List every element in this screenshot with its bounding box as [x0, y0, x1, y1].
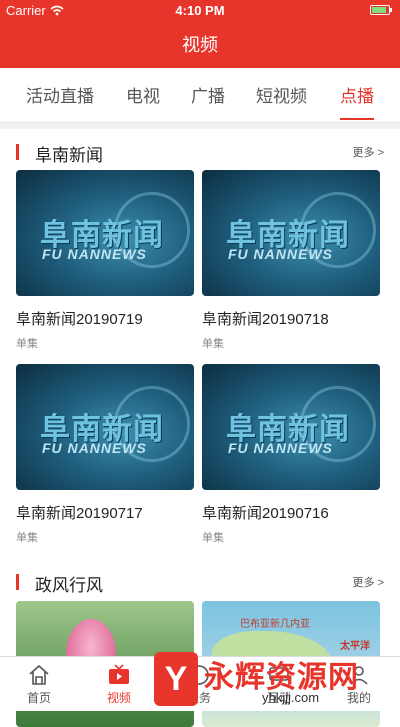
video-title[interactable]: 阜南新闻20190716 [202, 502, 380, 523]
video-card[interactable]: 阜南新闻 FU NANNEWS 阜南新闻20190717 单集 [16, 364, 194, 545]
video-thumbnail[interactable]: 阜南新闻 FU NANNEWS [16, 364, 194, 490]
tabbar-label: 互动 [266, 691, 291, 705]
tabbar-label: 首页 [26, 691, 51, 705]
tab-short-video[interactable]: 短视频 [256, 68, 307, 122]
thumbnail-logo-subtext: FU NANNEWS [228, 440, 333, 456]
video-subtitle: 单集 [16, 532, 38, 544]
video-thumbnail[interactable]: 阜南新闻 FU NANNEWS [16, 170, 194, 296]
tv-icon [107, 663, 131, 687]
thumbnail-logo-subtext: FU NANNEWS [228, 246, 333, 262]
tab-tv[interactable]: 电视 [126, 68, 160, 122]
navigation-bar: 视频 [0, 22, 400, 68]
bottom-tab-bar: 首页 视频 服务 互动 我的 [0, 656, 400, 711]
thumbnail-logo-subtext: FU NANNEWS [42, 246, 147, 262]
video-title[interactable]: 阜南新闻20190718 [202, 308, 380, 329]
battery-icon [370, 5, 392, 15]
tabbar-item-interact[interactable]: 互动 [249, 657, 309, 711]
tabbar-item-me[interactable]: 我的 [329, 657, 389, 711]
thumbnail-logo-subtext: FU NANNEWS [42, 440, 147, 456]
video-card[interactable]: 阜南新闻 FU NANNEWS 阜南新闻20190719 单集 [16, 170, 194, 351]
map-label: 太平洋 [340, 641, 370, 652]
more-link[interactable]: 更多 > [353, 144, 384, 160]
video-card[interactable]: 阜南新闻 FU NANNEWS 阜南新闻20190716 单集 [202, 364, 380, 545]
interact-icon [267, 663, 291, 687]
video-subtitle: 单集 [202, 532, 224, 544]
section-header-style-conduct: 政风行风 更多 > [0, 560, 400, 600]
section-divider [0, 123, 400, 129]
video-title[interactable]: 阜南新闻20190717 [16, 502, 194, 523]
user-icon [347, 663, 371, 687]
video-title[interactable]: 阜南新闻20190719 [16, 308, 194, 329]
tabbar-label: 我的 [346, 691, 371, 705]
section-title: 政风行风 [35, 576, 103, 595]
tabbar-label: 服务 [186, 691, 211, 705]
video-card[interactable]: 阜南新闻 FU NANNEWS 阜南新闻20190718 单集 [202, 170, 380, 351]
section-header-funan-news: 阜南新闻 更多 > [0, 130, 400, 170]
tab-on-demand[interactable]: 点播 [340, 68, 374, 122]
section-accent-bar [16, 144, 19, 160]
video-subtitle: 单集 [16, 338, 38, 350]
tab-live-events[interactable]: 活动直播 [26, 68, 94, 122]
tabbar-item-home[interactable]: 首页 [9, 657, 69, 711]
category-tabs: 活动直播 电视 广播 短视频 点播 [0, 68, 400, 123]
section-title: 阜南新闻 [35, 146, 103, 165]
tab-radio[interactable]: 广播 [191, 68, 225, 122]
tabbar-item-video[interactable]: 视频 [89, 657, 149, 711]
more-link[interactable]: 更多 > [353, 574, 384, 590]
status-time: 4:10 PM [175, 3, 225, 18]
section-accent-bar [16, 574, 19, 590]
status-bar: Carrier 4:10 PM [0, 0, 400, 22]
service-icon [187, 663, 211, 687]
map-label: 巴布亚新几内亚 [240, 619, 310, 630]
page-title: 视频 [182, 35, 218, 55]
home-icon [27, 663, 51, 687]
video-thumbnail[interactable]: 阜南新闻 FU NANNEWS [202, 170, 380, 296]
tabbar-item-service[interactable]: 服务 [169, 657, 229, 711]
video-thumbnail[interactable]: 阜南新闻 FU NANNEWS [202, 364, 380, 490]
tabbar-label: 视频 [106, 691, 131, 705]
video-subtitle: 单集 [202, 338, 224, 350]
